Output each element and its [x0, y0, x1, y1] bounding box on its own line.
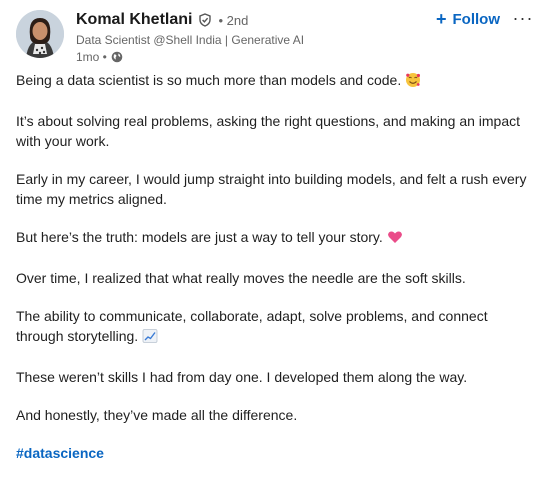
- smiling-face-with-hearts-emoji: [405, 72, 421, 93]
- paragraph-text: Being a data scientist is so much more t…: [16, 72, 402, 88]
- paragraph-text: But here’s the truth: models are just a …: [16, 229, 383, 245]
- author-name[interactable]: Komal Khetlani: [76, 11, 192, 29]
- post-body: Being a data scientist is so much more t…: [16, 70, 531, 481]
- post-paragraph: Being a data scientist is so much more t…: [16, 70, 531, 93]
- follow-label: Follow: [452, 10, 501, 28]
- post-header: Komal Khetlani • 2nd Data Scientist @She…: [16, 8, 537, 64]
- post-paragraph: And honestly, they’ve made all the diffe…: [16, 407, 298, 423]
- globe-icon: [111, 51, 123, 63]
- verified-shield-icon: [198, 13, 212, 27]
- hashtag-row: #datascience: [16, 443, 531, 463]
- post-paragraph: It’s about solving real problems, asking…: [16, 113, 521, 149]
- follow-button[interactable]: + Follow: [432, 8, 504, 30]
- chart-increasing-emoji: [142, 328, 158, 349]
- paragraph-text: The ability to communicate, collaborate,…: [16, 308, 488, 344]
- hashtag-link[interactable]: #datascience: [16, 445, 104, 461]
- post-paragraph: Early in my career, I would jump straigh…: [16, 171, 527, 207]
- connection-degree: • 2nd: [218, 12, 249, 28]
- pink-heart-emoji: [387, 229, 403, 250]
- post-paragraph: But here’s the truth: models are just a …: [16, 227, 531, 250]
- more-options-button[interactable]: ···: [511, 8, 535, 28]
- post-time: 1mo •: [76, 50, 107, 64]
- post-paragraph: Over time, I realized that what really m…: [16, 270, 466, 286]
- post-paragraph: These weren’t skills I had from day one.…: [16, 369, 468, 385]
- avatar[interactable]: [16, 10, 64, 58]
- author-headline: Data Scientist @Shell India | Generative…: [76, 33, 305, 47]
- post-paragraph: The ability to communicate, collaborate,…: [16, 306, 531, 349]
- author-meta: Komal Khetlani • 2nd Data Scientist @She…: [76, 10, 416, 65]
- plus-icon: +: [436, 9, 447, 29]
